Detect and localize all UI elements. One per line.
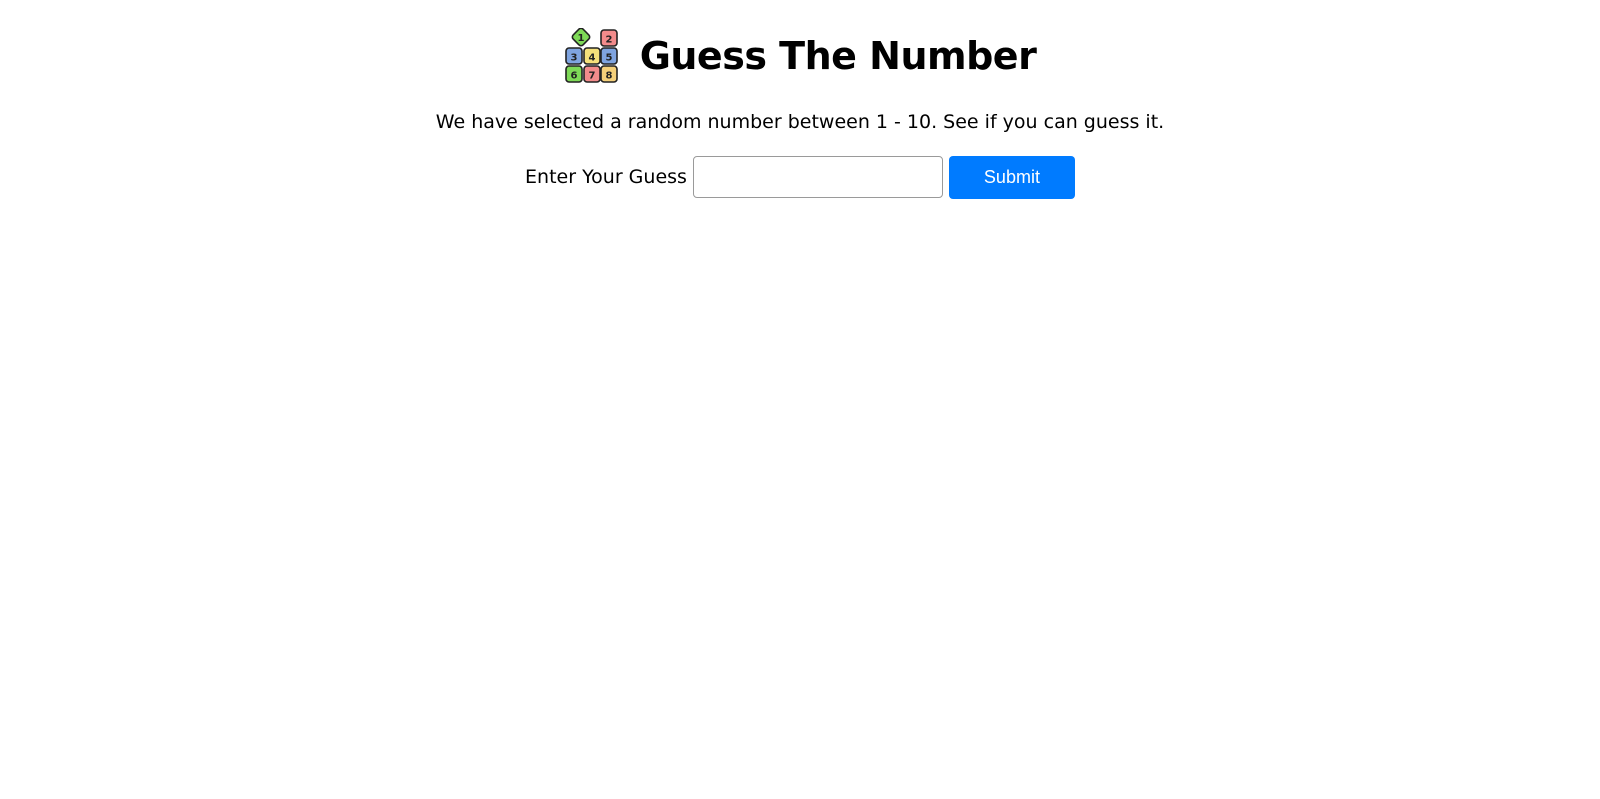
- svg-text:1: 1: [577, 33, 584, 44]
- logo-tile-7: 7: [582, 65, 601, 83]
- logo-tile-4: 4: [582, 47, 601, 65]
- page-header: 1 2 3 4 5 6 7 8 Guess The Number: [0, 26, 1600, 86]
- number-blocks-icon: 1 2 3 4 5 6 7 8: [564, 28, 618, 83]
- page-title: Guess The Number: [639, 34, 1037, 78]
- guess-input[interactable]: [692, 156, 943, 198]
- guess-label: Enter Your Guess: [525, 166, 687, 188]
- logo-tile-3: 3: [564, 47, 583, 65]
- logo-tile-2: 2: [599, 29, 618, 47]
- instructions-text: We have selected a random number between…: [435, 111, 1165, 133]
- svg-text:5: 5: [605, 53, 612, 64]
- svg-text:4: 4: [588, 53, 595, 64]
- svg-text:6: 6: [570, 71, 577, 82]
- guess-form: Enter Your Guess Submit: [0, 155, 1600, 199]
- logo-tile-6: 6: [564, 65, 583, 83]
- logo-tile-5: 5: [599, 47, 618, 65]
- logo-tile-1: 1: [571, 28, 591, 47]
- svg-text:3: 3: [570, 53, 577, 64]
- logo-tile-8: 8: [599, 65, 618, 83]
- svg-text:7: 7: [588, 71, 595, 82]
- svg-text:8: 8: [605, 71, 612, 82]
- submit-button[interactable]: Submit: [948, 155, 1075, 199]
- svg-text:2: 2: [605, 35, 612, 46]
